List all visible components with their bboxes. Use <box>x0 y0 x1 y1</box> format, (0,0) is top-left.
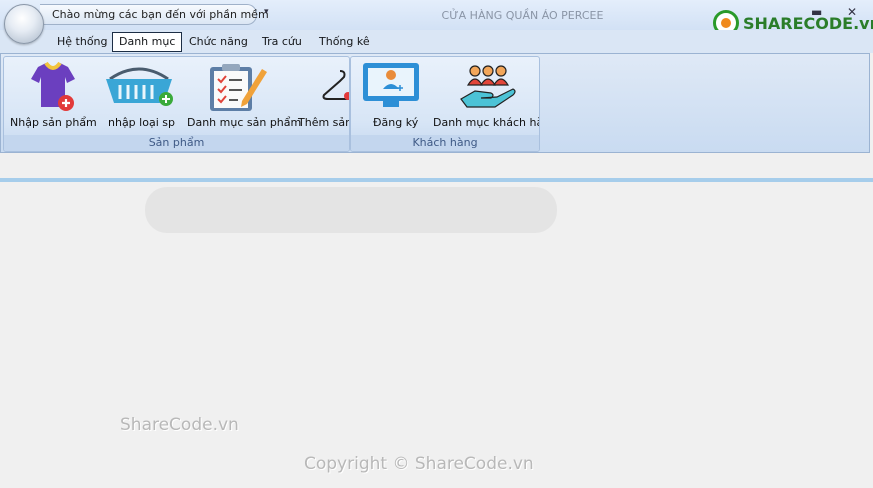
watermark-sharecode: ShareCode.vn <box>120 415 239 435</box>
ribbon-panel: Nhập sản phẩm nhập loại sp Danh mục sản … <box>0 53 870 153</box>
group-caption-san-pham: Sản phẩm <box>4 135 349 151</box>
ribbon-tabs: Hệ thống Danh mục Chức năng Tra cứu Thốn… <box>0 30 873 53</box>
blurred-overlay <box>145 187 557 233</box>
nhap-san-pham-button[interactable]: Nhập sản phẩm <box>4 57 100 131</box>
workspace-divider <box>0 178 873 182</box>
basket-add-icon <box>106 67 173 106</box>
group-caption-khach-hang: Khách hàng <box>351 135 539 151</box>
dang-ky-button[interactable]: Đăng ký <box>351 57 433 131</box>
clipboard-pencil-icon <box>210 64 267 111</box>
tab-he-thong[interactable]: Hệ thống <box>57 33 108 51</box>
tshirt-add-icon <box>31 61 75 111</box>
them-san-pham-label: Thêm sản phẩm <box>298 116 349 129</box>
danh-muc-khach-hang-label: Danh mục khách hàng <box>433 116 539 129</box>
tab-chuc-nang[interactable]: Chức năng <box>189 33 248 51</box>
tab-tra-cuu[interactable]: Tra cứu <box>262 33 302 51</box>
danh-muc-san-pham-button[interactable]: Danh mục sản phẩm <box>182 57 301 131</box>
danh-muc-san-pham-label: Danh mục sản phẩm <box>187 116 302 129</box>
watermark-copyright: Copyright © ShareCode.vn <box>304 454 534 474</box>
group-khach-hang: Đăng ký Danh mục khách hàng Khách hàng <box>350 56 540 152</box>
tab-danh-muc[interactable]: Danh mục <box>112 32 183 52</box>
nhap-loai-sp-label: nhập loại sp <box>108 116 175 129</box>
them-san-pham-button[interactable]: Thêm sản phẩm <box>294 57 349 131</box>
dang-ky-label: Đăng ký <box>373 116 419 129</box>
nhap-loai-sp-button[interactable]: nhập loại sp <box>100 57 178 131</box>
danh-muc-khach-hang-button[interactable]: Danh mục khách hàng <box>431 57 539 131</box>
hanger-icon <box>322 70 349 100</box>
customers-hand-icon <box>460 65 516 108</box>
nhap-san-pham-label: Nhập sản phẩm <box>10 116 97 129</box>
tab-thong-ke[interactable]: Thống kê <box>319 33 370 51</box>
application-menu-button[interactable] <box>4 4 44 44</box>
register-monitor-icon <box>363 63 419 107</box>
group-san-pham: Nhập sản phẩm nhập loại sp Danh mục sản … <box>3 56 350 152</box>
